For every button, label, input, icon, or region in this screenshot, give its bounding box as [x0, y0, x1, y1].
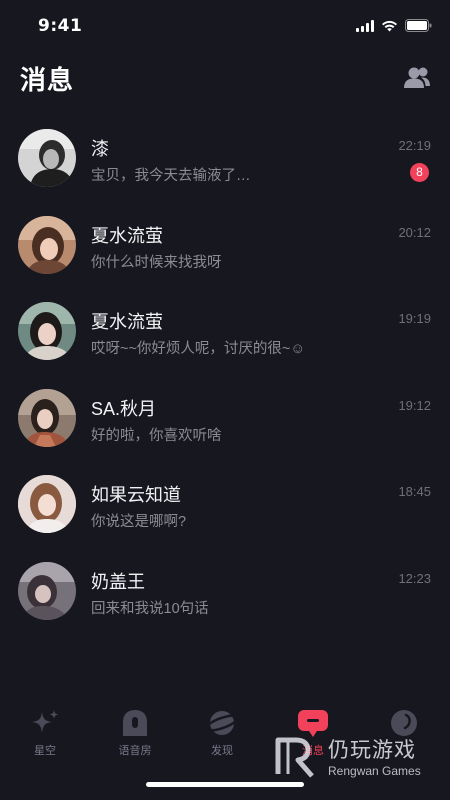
- status-bar: 9:41: [0, 0, 450, 54]
- tab-label: 语音房: [118, 745, 152, 757]
- watermark: 仍玩游戏 Rengwan Games: [272, 730, 440, 782]
- conversation-item[interactable]: 漆 宝贝，我今天去输液了… 22:19 8: [0, 127, 450, 214]
- tab-starry-sky[interactable]: 星空: [0, 708, 90, 768]
- message-time: 18:45: [398, 484, 431, 500]
- planet-icon: [205, 708, 239, 738]
- contact-name: SA.秋月: [91, 398, 157, 419]
- contact-name: 奶盖王: [91, 571, 145, 592]
- conversation-item[interactable]: 如果云知道 你说这是哪啊? 18:45: [0, 473, 450, 560]
- status-time: 9:41: [38, 16, 83, 36]
- avatar: [18, 129, 76, 187]
- watermark-logo-icon: [275, 737, 314, 778]
- tab-discover[interactable]: 发现: [177, 708, 267, 768]
- cellular-signal-icon: [356, 19, 374, 32]
- message-time: 22:19: [398, 138, 431, 153]
- people-icon: [404, 67, 430, 88]
- tab-voice-room[interactable]: 语音房: [90, 708, 180, 768]
- avatar: [18, 215, 76, 274]
- avatar: [18, 561, 76, 620]
- tab-label: 星空: [34, 745, 56, 757]
- watermark-text: 仍玩游戏: [328, 738, 416, 762]
- battery-icon: [405, 19, 432, 32]
- avatar: [18, 388, 76, 447]
- watermark-subtext: Rengwan Games: [328, 764, 421, 778]
- wifi-icon: [382, 20, 397, 31]
- contact-name: 如果云知道: [91, 485, 181, 506]
- message-preview: 好的啦，你喜欢听啥: [91, 427, 222, 444]
- message-preview: 你什么时候来找我呀: [91, 254, 222, 271]
- conversation-item[interactable]: 夏水流萤 你什么时候来找我呀 20:12: [0, 214, 450, 301]
- page-title: 消息: [20, 66, 75, 96]
- contact-name: 夏水流萤: [91, 312, 163, 333]
- message-time: 12:23: [398, 570, 431, 586]
- avatar: [18, 302, 76, 361]
- message-time: 19:12: [398, 397, 431, 413]
- tab-label: 发现: [211, 745, 233, 757]
- contact-name: 漆: [91, 139, 109, 159]
- conversation-item[interactable]: 奶盖王 回来和我说10句话 12:23: [0, 560, 450, 647]
- contact-name: 夏水流萤: [91, 225, 163, 246]
- avatar: [18, 475, 76, 534]
- status-icons: [356, 19, 432, 32]
- message-time: 20:12: [398, 224, 431, 240]
- conversation-item[interactable]: SA.秋月 好的啦，你喜欢听啥 19:12: [0, 387, 450, 474]
- conversation-item[interactable]: 夏水流萤 哎呀~~你好烦人呢，讨厌的很~☺ 19:19: [0, 300, 450, 387]
- voice-room-icon: [118, 708, 152, 738]
- sparkle-icon: [28, 708, 62, 738]
- contacts-button[interactable]: [402, 64, 432, 92]
- header: 消息: [0, 58, 450, 102]
- unread-badge: 8: [410, 163, 429, 182]
- message-preview: 你说这是哪啊?: [91, 514, 187, 531]
- conversation-list: 漆 宝贝，我今天去输液了… 22:19 8 夏水流萤 你什么时候来找我呀 20:…: [0, 127, 450, 647]
- message-preview: 回来和我说10句话: [91, 600, 209, 617]
- home-indicator[interactable]: [146, 782, 304, 787]
- message-preview: 宝贝，我今天去输液了…: [91, 168, 251, 184]
- message-preview: 哎呀~~你好烦人呢，讨厌的很~☺: [91, 341, 306, 358]
- message-time: 19:19: [398, 311, 431, 327]
